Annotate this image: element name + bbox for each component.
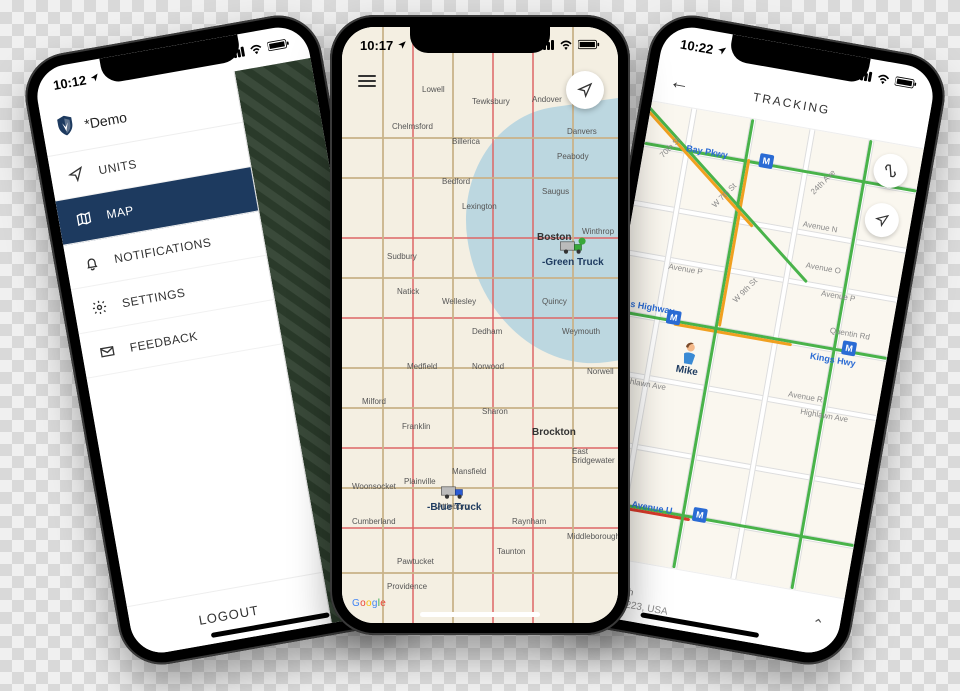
locate-me-button[interactable] xyxy=(566,71,604,109)
navigation-icon xyxy=(577,82,593,98)
city-label: Billerica xyxy=(452,137,480,146)
gear-icon xyxy=(89,298,110,317)
phone-map: Lowell Tewksbury Andover Chelmsford Bill… xyxy=(330,15,630,635)
three-phone-mockup: 10:12 xyxy=(0,0,960,691)
city-label: Sharon xyxy=(482,407,508,416)
road xyxy=(412,27,414,623)
truck-icon xyxy=(559,237,587,255)
city-label: Quincy xyxy=(542,297,567,306)
city-label: Medfield xyxy=(407,362,437,371)
hamburger-menu-button[interactable] xyxy=(358,75,376,87)
battery-icon xyxy=(578,38,600,53)
city-label: Woonsocket xyxy=(352,482,396,491)
city-label: Saugus xyxy=(542,187,569,196)
city-label: Brockton xyxy=(532,427,576,438)
menu-label: FEEDBACK xyxy=(129,329,199,355)
menu-label: SETTINGS xyxy=(121,285,186,310)
city-label: Weymouth xyxy=(562,327,600,336)
city-label: Lowell xyxy=(422,85,445,94)
bell-icon xyxy=(81,254,102,273)
unit-marker-blue-truck[interactable]: -Blue Truck xyxy=(427,482,481,513)
location-icon xyxy=(89,70,101,87)
menu-label: MAP xyxy=(105,203,135,222)
back-button[interactable]: ← xyxy=(668,70,692,96)
city-label: Pawtucket xyxy=(397,557,434,566)
city-label: Providence xyxy=(387,582,427,591)
city-label: East Bridgewater xyxy=(572,447,618,465)
metro-marker[interactable]: M xyxy=(758,153,774,169)
city-label: Franklin xyxy=(402,422,430,431)
status-time: 10:22 xyxy=(679,36,714,57)
menu-label: UNITS xyxy=(98,157,138,177)
wifi-icon xyxy=(875,71,891,88)
road xyxy=(492,27,494,623)
logout-label: LOGOUT xyxy=(197,602,260,627)
city-label: Andover xyxy=(532,95,562,104)
metro-marker[interactable]: M xyxy=(692,507,708,523)
street-label: Avenue O xyxy=(805,261,841,276)
person-icon xyxy=(678,340,702,367)
street xyxy=(605,246,917,307)
city-label: Taunton xyxy=(497,547,525,556)
city-label: Peabody xyxy=(557,152,589,161)
city-label: Middleborough xyxy=(567,532,618,541)
unit-label: -Blue Truck xyxy=(427,502,481,513)
menu-label: NOTIFICATIONS xyxy=(113,235,212,266)
road xyxy=(382,27,384,623)
street-label: W 9th St xyxy=(731,276,759,304)
regional-map[interactable]: Lowell Tewksbury Andover Chelmsford Bill… xyxy=(342,27,618,623)
city-label: Lexington xyxy=(462,202,497,211)
navigation-icon xyxy=(874,212,890,228)
city-label: Mansfield xyxy=(452,467,486,476)
city-label: Bedford xyxy=(442,177,470,186)
metro-marker[interactable]: M xyxy=(841,340,857,356)
unit-marker-person[interactable]: Mike xyxy=(675,340,703,378)
google-attribution: Google xyxy=(352,598,386,609)
road xyxy=(452,27,454,623)
status-time: 10:12 xyxy=(52,72,87,93)
road xyxy=(532,27,534,623)
street xyxy=(584,364,896,425)
unit-marker-green-truck[interactable]: -Green Truck xyxy=(542,237,604,268)
shield-logo-icon xyxy=(55,114,77,140)
unit-label: -Green Truck xyxy=(542,257,604,268)
truck-icon xyxy=(440,482,468,500)
city-label: Milford xyxy=(362,397,386,406)
units-icon xyxy=(66,165,87,184)
city-label: Dedham xyxy=(472,327,502,336)
city-label: Raynham xyxy=(512,517,546,526)
wifi-icon xyxy=(559,38,573,53)
city-label: Cumberland xyxy=(352,517,396,526)
route-icon xyxy=(881,162,900,181)
location-icon xyxy=(397,38,407,53)
city-label: Danvers xyxy=(567,127,597,136)
chevron-up-icon[interactable]: ⌃ xyxy=(810,615,825,634)
map-icon xyxy=(74,209,95,228)
status-time: 10:17 xyxy=(360,38,393,53)
page-title: TRACKING xyxy=(752,89,831,116)
location-icon xyxy=(716,42,728,59)
logout-button[interactable]: LOGOUT xyxy=(127,572,331,658)
city-label: Norwell xyxy=(587,367,614,376)
wifi-icon xyxy=(248,41,264,58)
city-label: Winthrop xyxy=(582,227,614,236)
city-label: Natick xyxy=(397,287,419,296)
locate-me-button[interactable] xyxy=(862,200,901,239)
notch xyxy=(410,27,550,53)
city-label: Wellesley xyxy=(442,297,476,306)
city-label: Tewksbury xyxy=(472,97,510,106)
mail-icon xyxy=(97,342,118,361)
battery-icon xyxy=(267,36,291,55)
account-name: *Demo xyxy=(83,108,128,131)
city-label: Chelmsford xyxy=(392,122,433,131)
battery-icon xyxy=(894,74,918,93)
home-indicator[interactable] xyxy=(420,612,540,617)
city-label: Norwood xyxy=(472,362,504,371)
city-label: Sudbury xyxy=(387,252,417,261)
phone-map-screen: Lowell Tewksbury Andover Chelmsford Bill… xyxy=(342,27,618,623)
